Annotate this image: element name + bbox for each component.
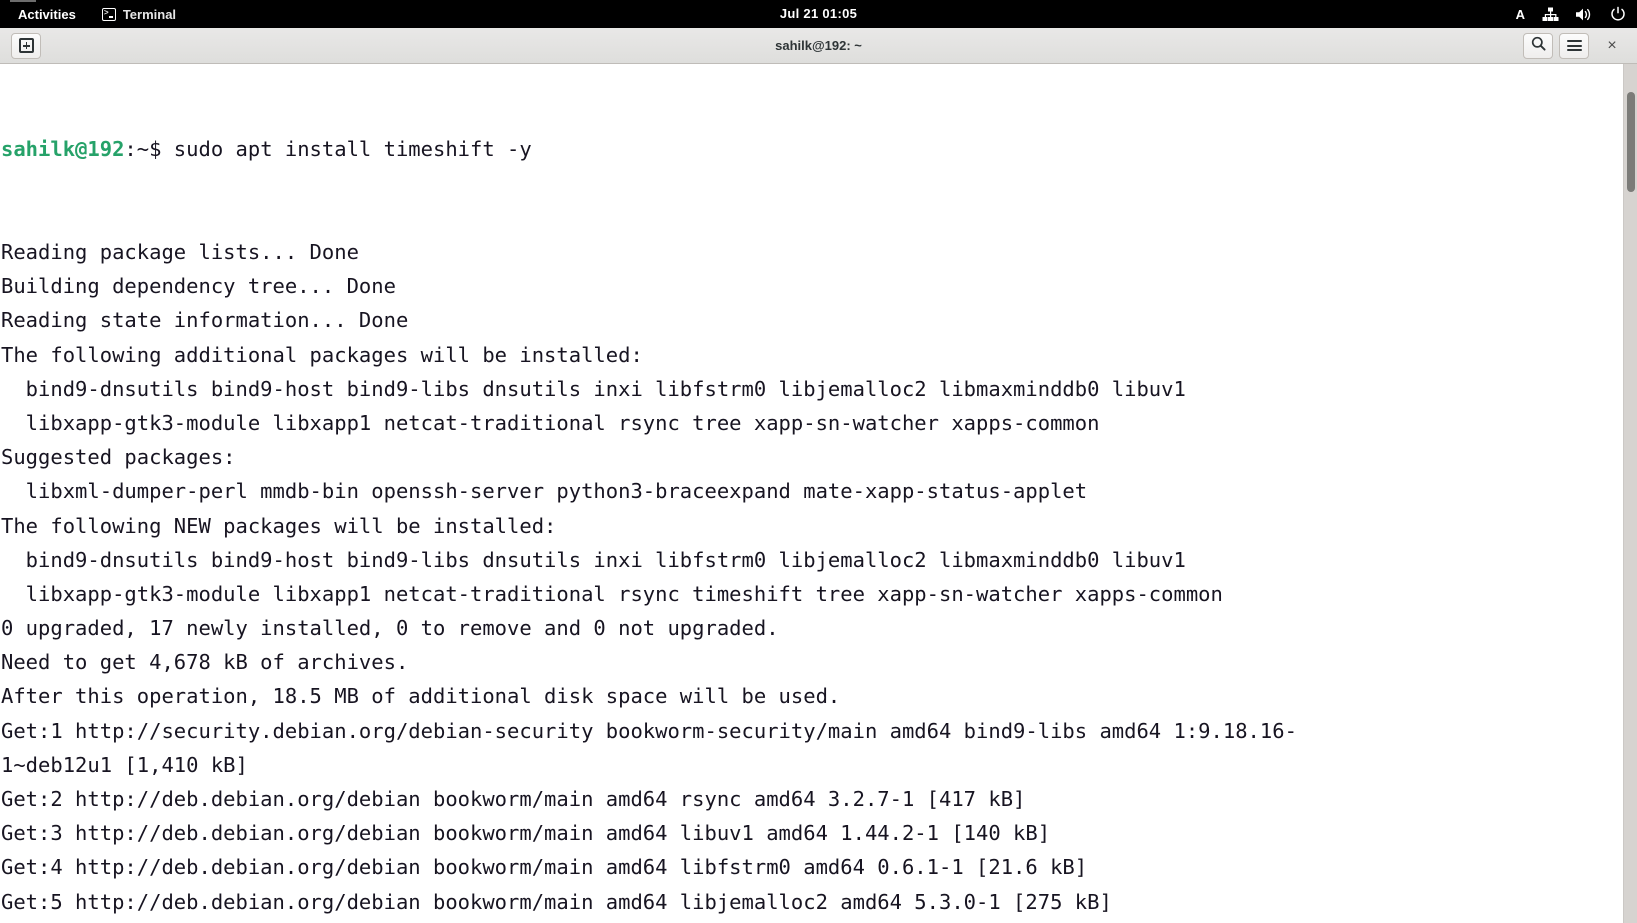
scrollbar-thumb[interactable] [1627,92,1635,192]
terminal-line: Reading state information... Done [1,308,409,333]
terminal-line: Get:3 http://deb.debian.org/debian bookw… [1,821,1051,846]
terminal-line: bind9-dnsutils bind9-host bind9-libs dns… [1,547,1186,572]
terminal-line: Need to get 4,678 kB of archives. [1,650,409,675]
terminal-line: 0 upgraded, 17 newly installed, 0 to rem… [1,616,779,641]
terminal-line: Building dependency tree... Done [1,274,396,299]
terminal-line: 1~deb12u1 [1,410 kB] [1,752,248,777]
gnome-top-bar: Activities Terminal Jul 21 01:05 A [0,0,1637,28]
terminal-scrollbar[interactable] [1623,64,1637,923]
new-tab-button[interactable] [11,32,41,59]
terminal-line: Get:4 http://deb.debian.org/debian bookw… [1,855,1088,880]
clock[interactable]: Jul 21 01:05 [0,0,1637,28]
hamburger-menu-button[interactable] [1559,32,1589,59]
terminal-command: sudo apt install timeshift -y [173,137,532,162]
titlebar-right: × [1520,32,1629,59]
window-title: sahilk@192: ~ [775,37,862,53]
search-icon [1531,36,1546,56]
power-icon[interactable] [1609,0,1627,28]
terminal-line: The following additional packages will b… [1,342,643,367]
terminal-prompt-line: sahilk@192:~$ sudo apt install timeshift… [1,132,1637,166]
terminal-line: libxapp-gtk3-module libxapp1 netcat-trad… [1,410,1100,435]
system-tray: A [1516,0,1627,28]
volume-icon[interactable] [1575,0,1593,28]
terminal-output-lines: Reading package lists... Done Building de… [1,235,1637,923]
hamburger-icon [1566,40,1582,51]
terminal-line: After this operation, 18.5 MB of additio… [1,684,841,709]
terminal-output-text: sahilk@192:~$ sudo apt install timeshift… [0,64,1637,923]
prompt-user-host: sahilk@192 [1,137,125,162]
terminal-line: Get:2 http://deb.debian.org/debian bookw… [1,787,1026,811]
terminal-body[interactable]: sahilk@192:~$ sudo apt install timeshift… [0,64,1637,923]
terminal-line: libxml-dumper-perl mmdb-bin openssh-serv… [1,479,1088,504]
prompt-suffix: :~$ [124,137,174,162]
terminal-line: Suggested packages: [1,445,236,470]
close-window-button[interactable]: × [1598,33,1626,59]
search-button[interactable] [1523,32,1553,59]
terminal-line: Get:1 http://security.debian.org/debian-… [1,718,1297,743]
window-titlebar: sahilk@192: ~ × [0,28,1637,64]
terminal-line: Reading package lists... Done [1,240,359,264]
terminal-line: Get:6 http://deb.debian.org/debian bookw… [1,919,1637,923]
wired-network-icon[interactable] [1541,0,1559,28]
terminal-line: libxapp-gtk3-module libxapp1 netcat-trad… [1,581,1223,606]
terminal-line: Get:5 http://deb.debian.org/debian bookw… [1,889,1112,914]
keyboard-layout-indicator[interactable]: A [1516,0,1525,28]
terminal-line: The following NEW packages will be insta… [1,513,557,538]
plus-square-icon [18,38,34,53]
terminal-line: bind9-dnsutils bind9-host bind9-libs dns… [1,376,1186,401]
